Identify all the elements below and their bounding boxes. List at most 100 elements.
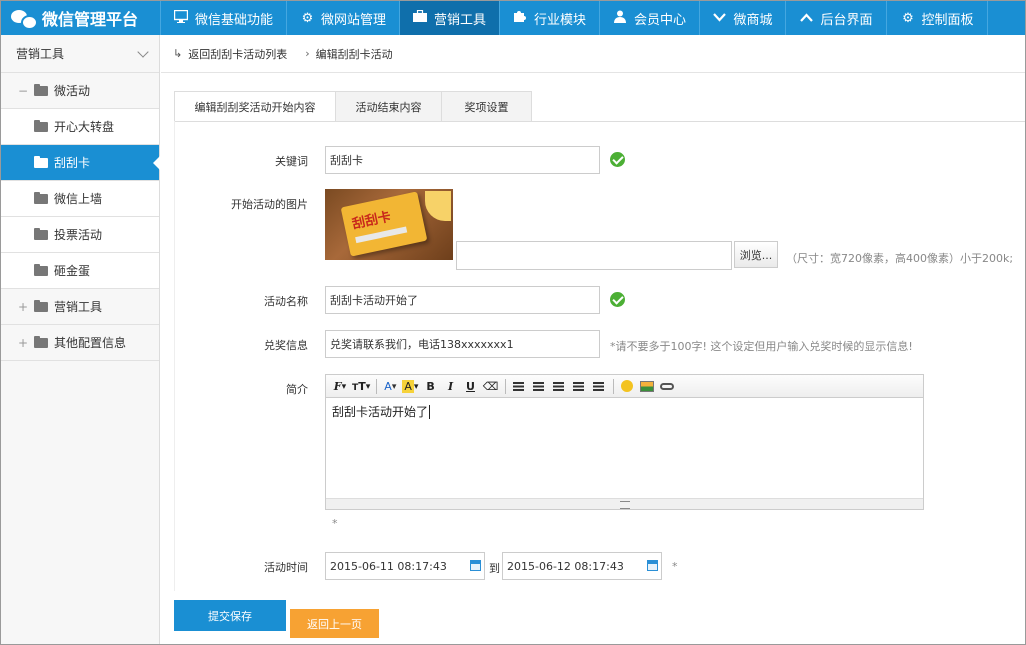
scratch-card-picture: 刮刮卡 [340, 191, 428, 257]
back-to-list-link[interactable]: ↳ 返回刮刮卡活动列表 [173, 46, 287, 62]
nav-item-members[interactable]: 会员中心 [600, 1, 700, 35]
sidebar-item-marketing-tools[interactable]: + 营销工具 [1, 289, 159, 325]
return-arrow-icon: ↳ [173, 47, 183, 60]
unordered-list-button[interactable] [591, 377, 607, 395]
editor-resize-handle[interactable] [326, 498, 923, 509]
end-time-value: 2015-06-12 08:17:43 [507, 559, 624, 573]
folder-icon [34, 155, 48, 168]
check-icon [610, 292, 625, 307]
gear-icon: ⚙ [301, 10, 314, 26]
nav-item-industry[interactable]: 行业模块 [500, 1, 600, 35]
image-size-hint: （尺寸：宽720像素，高400像素）小于200k; [786, 252, 1014, 265]
emoticon-button[interactable] [619, 377, 635, 395]
tab-prize-settings[interactable]: 奖项设置 [441, 91, 532, 121]
sidebar-item-lucky-wheel[interactable]: 开心大转盘 [1, 109, 159, 145]
sidebar-item-wechat-wall[interactable]: 微信上墙 [1, 181, 159, 217]
required-mark: * [672, 560, 678, 573]
sidebar-header-label: 营销工具 [16, 47, 65, 61]
start-time-value: 2015-06-11 08:17:43 [330, 559, 447, 573]
sidebar-item-label: 其他配置信息 [54, 336, 127, 350]
nav-item-backend-ui[interactable]: 后台界面 [786, 1, 887, 35]
breadcrumb: ↳ 返回刮刮卡活动列表 › 编辑刮刮卡活动 [161, 35, 1025, 73]
go-back-button[interactable]: 返回上一页 [290, 609, 379, 638]
insert-image-button[interactable] [639, 377, 655, 395]
redeem-info-input[interactable]: 兑奖请联系我们，电话138xxxxxxx1 [325, 330, 600, 358]
folder-icon [34, 335, 48, 348]
tab-bar: 编辑刮刮奖活动开始内容 活动结束内容 奖项设置 [174, 91, 532, 121]
editor-content-area[interactable]: 刮刮卡活动开始了​ [326, 398, 923, 498]
image-path-input[interactable] [456, 241, 732, 270]
highlight-button[interactable]: A ▾ [402, 377, 419, 395]
collapse-icon: − [18, 83, 29, 98]
activity-time-label: 活动时间 [264, 561, 308, 574]
sidebar-item-golden-egg[interactable]: 砸金蛋 [1, 253, 159, 289]
sidebar: 营销工具 − 微活动 开心大转盘 刮刮卡 微信上墙 投票活动 砸金蛋 + 营销工… [1, 35, 160, 644]
calendar-icon[interactable] [647, 560, 658, 571]
end-time-input[interactable]: 2015-06-12 08:17:43 [502, 552, 662, 580]
submit-save-button[interactable]: 提交保存 [174, 600, 286, 631]
font-color-button[interactable]: A ▾ [382, 377, 398, 395]
sidebar-item-micro-activity[interactable]: − 微活动 [1, 73, 159, 109]
nav-item-control-panel[interactable]: ⚙ 控制面板 [887, 1, 988, 35]
nav-label: 微商城 [733, 12, 773, 28]
nav-item-marketing[interactable]: 营销工具 [400, 1, 500, 35]
nav-label: 行业模块 [533, 12, 586, 28]
sidebar-item-label: 刮刮卡 [54, 156, 91, 170]
tab-start-content[interactable]: 编辑刮刮奖活动开始内容 [174, 91, 336, 121]
bold-button[interactable]: B [423, 377, 439, 395]
nav-label: 营销工具 [433, 12, 486, 28]
redeem-info-hint: *请不要多于100字! 这个设定但用户输入兑奖时候的显示信息! [610, 340, 913, 353]
calendar-icon[interactable] [470, 560, 481, 571]
user-icon [613, 10, 628, 27]
toolbar-divider [612, 378, 614, 394]
top-navbar: 微信管理平台 微信基础功能 ⚙ 微网站管理 营销工具 行业模块 会员中心 微商城 [1, 1, 1025, 35]
tab-end-content[interactable]: 活动结束内容 [335, 91, 442, 121]
text-cursor: ​ [429, 405, 431, 419]
sidebar-header[interactable]: 营销工具 [1, 35, 159, 73]
font-size-button[interactable]: TT ▾ [352, 377, 370, 395]
check-icon [610, 152, 625, 167]
sidebar-item-label: 微信上墙 [54, 192, 103, 206]
insert-link-button[interactable] [659, 377, 675, 395]
link-icon [659, 382, 674, 390]
wechat-logo-icon [11, 7, 38, 30]
nav-label: 微网站管理 [320, 12, 386, 28]
align-left-button[interactable] [511, 377, 527, 395]
chevron-up-icon [799, 11, 814, 26]
nav-label: 会员中心 [633, 12, 686, 28]
chevron-down-icon [712, 11, 727, 26]
folder-icon [34, 263, 48, 276]
panel-border [174, 121, 175, 591]
align-right-button[interactable] [551, 377, 567, 395]
chevron-down-icon [137, 45, 149, 58]
tab-divider [174, 121, 1025, 122]
activity-name-input[interactable]: 刮刮卡活动开始了 [325, 286, 600, 314]
gear-icon: ⚙ [902, 10, 914, 26]
italic-button[interactable]: I [443, 377, 459, 395]
align-center-button[interactable] [531, 377, 547, 395]
monitor-icon [174, 9, 189, 27]
brand[interactable]: 微信管理平台 [1, 1, 161, 35]
nav-item-basic-functions[interactable]: 微信基础功能 [161, 1, 287, 35]
sidebar-item-voting[interactable]: 投票活动 [1, 217, 159, 253]
font-family-button[interactable]: F ▾ [332, 377, 348, 395]
browse-button[interactable]: 浏览... [734, 241, 778, 268]
keyword-value: 刮刮卡 [330, 154, 363, 167]
keyword-input[interactable]: 刮刮卡 [325, 146, 600, 174]
editor-content: 刮刮卡活动开始了 [332, 405, 429, 419]
sidebar-item-label: 微活动 [54, 84, 91, 98]
start-time-input[interactable]: 2015-06-11 08:17:43 [325, 552, 485, 580]
eraser-icon[interactable]: ⌫ [483, 377, 499, 395]
sidebar-item-other-config[interactable]: + 其他配置信息 [1, 325, 159, 361]
ordered-list-button[interactable] [571, 377, 587, 395]
keyword-label: 关键词 [275, 155, 308, 168]
folder-icon [34, 119, 48, 132]
nav-item-mall[interactable]: 微商城 [700, 1, 786, 35]
tab-label: 编辑刮刮奖活动开始内容 [194, 100, 316, 114]
folder-icon [34, 227, 48, 240]
editor-toolbar: F ▾ TT ▾ A ▾ A ▾ B I U ⌫ [326, 375, 923, 398]
activity-name-label: 活动名称 [264, 295, 308, 308]
sidebar-item-scratch-card[interactable]: 刮刮卡 [1, 145, 160, 181]
nav-item-microsite[interactable]: ⚙ 微网站管理 [287, 1, 400, 35]
underline-button[interactable]: U [463, 377, 479, 395]
